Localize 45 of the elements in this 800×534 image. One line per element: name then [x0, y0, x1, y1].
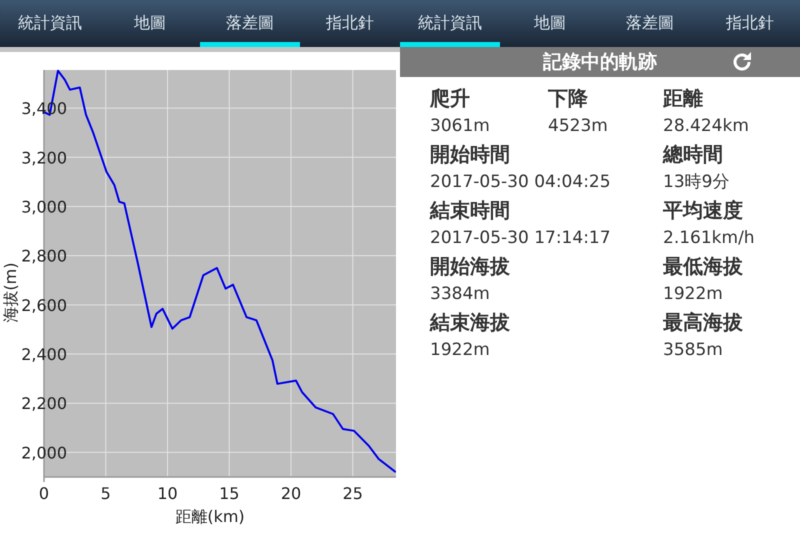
y-tick-label: 3,000 — [21, 197, 67, 216]
stat-label: 下降 — [548, 85, 588, 112]
stat-value: 13時9分 — [663, 171, 730, 194]
stat-label: 平均速度 — [663, 197, 743, 224]
x-axis-title: 距離(km) — [175, 507, 245, 526]
stat-value: 3585m — [663, 339, 723, 362]
stat-label: 爬升 — [430, 85, 470, 112]
tab[interactable]: 指北針 — [300, 0, 400, 47]
x-tick-label: 10 — [157, 484, 178, 503]
stat-label: 距離 — [663, 85, 703, 112]
stat-value: 28.424km — [663, 115, 749, 138]
stat-label: 最低海拔 — [663, 253, 743, 280]
stat-label: 最高海拔 — [663, 309, 743, 336]
y-tick-label: 2,000 — [21, 443, 67, 462]
stat-value: 2017-05-30 04:04:25 — [430, 171, 611, 194]
x-tick-label: 20 — [280, 484, 302, 503]
stat-label: 結束海拔 — [430, 309, 510, 336]
tab[interactable]: 落差圖 — [600, 0, 700, 47]
tab[interactable]: 落差圖 — [200, 0, 300, 47]
stat-value: 3061m — [430, 115, 490, 138]
stat-label: 結束時間 — [430, 197, 510, 224]
x-tick-label: 0 — [38, 484, 50, 503]
stat-label: 總時間 — [663, 141, 723, 168]
y-tick-label: 3,200 — [21, 148, 67, 168]
y-tick-label: 2,200 — [21, 394, 67, 414]
x-tick-label: 15 — [219, 484, 240, 503]
x-tick-label: 25 — [342, 484, 363, 503]
header-title: 記錄中的軌跡 — [543, 50, 657, 75]
stat-value: 3384m — [430, 283, 490, 306]
y-axis-title: 海拔(m) — [1, 262, 20, 323]
tab[interactable]: 統計資訊 — [0, 0, 100, 47]
y-tick-label: 2,600 — [21, 296, 67, 315]
tab[interactable]: 指北針 — [700, 0, 800, 47]
tab[interactable]: 地圖 — [100, 0, 200, 47]
stat-value: 1922m — [430, 339, 490, 362]
stat-value: 4523m — [548, 115, 608, 138]
tab[interactable]: 地圖 — [500, 0, 600, 47]
y-tick-label: 2,800 — [21, 246, 67, 266]
stat-value: 1922m — [663, 283, 723, 306]
stat-value: 2017-05-30 17:14:17 — [430, 227, 611, 250]
stat-value: 2.161km/h — [663, 227, 755, 250]
stat-label: 開始時間 — [430, 141, 510, 168]
x-tick-label: 5 — [100, 484, 111, 503]
y-tick-label: 2,400 — [21, 345, 67, 364]
stat-label: 開始海拔 — [430, 253, 510, 280]
